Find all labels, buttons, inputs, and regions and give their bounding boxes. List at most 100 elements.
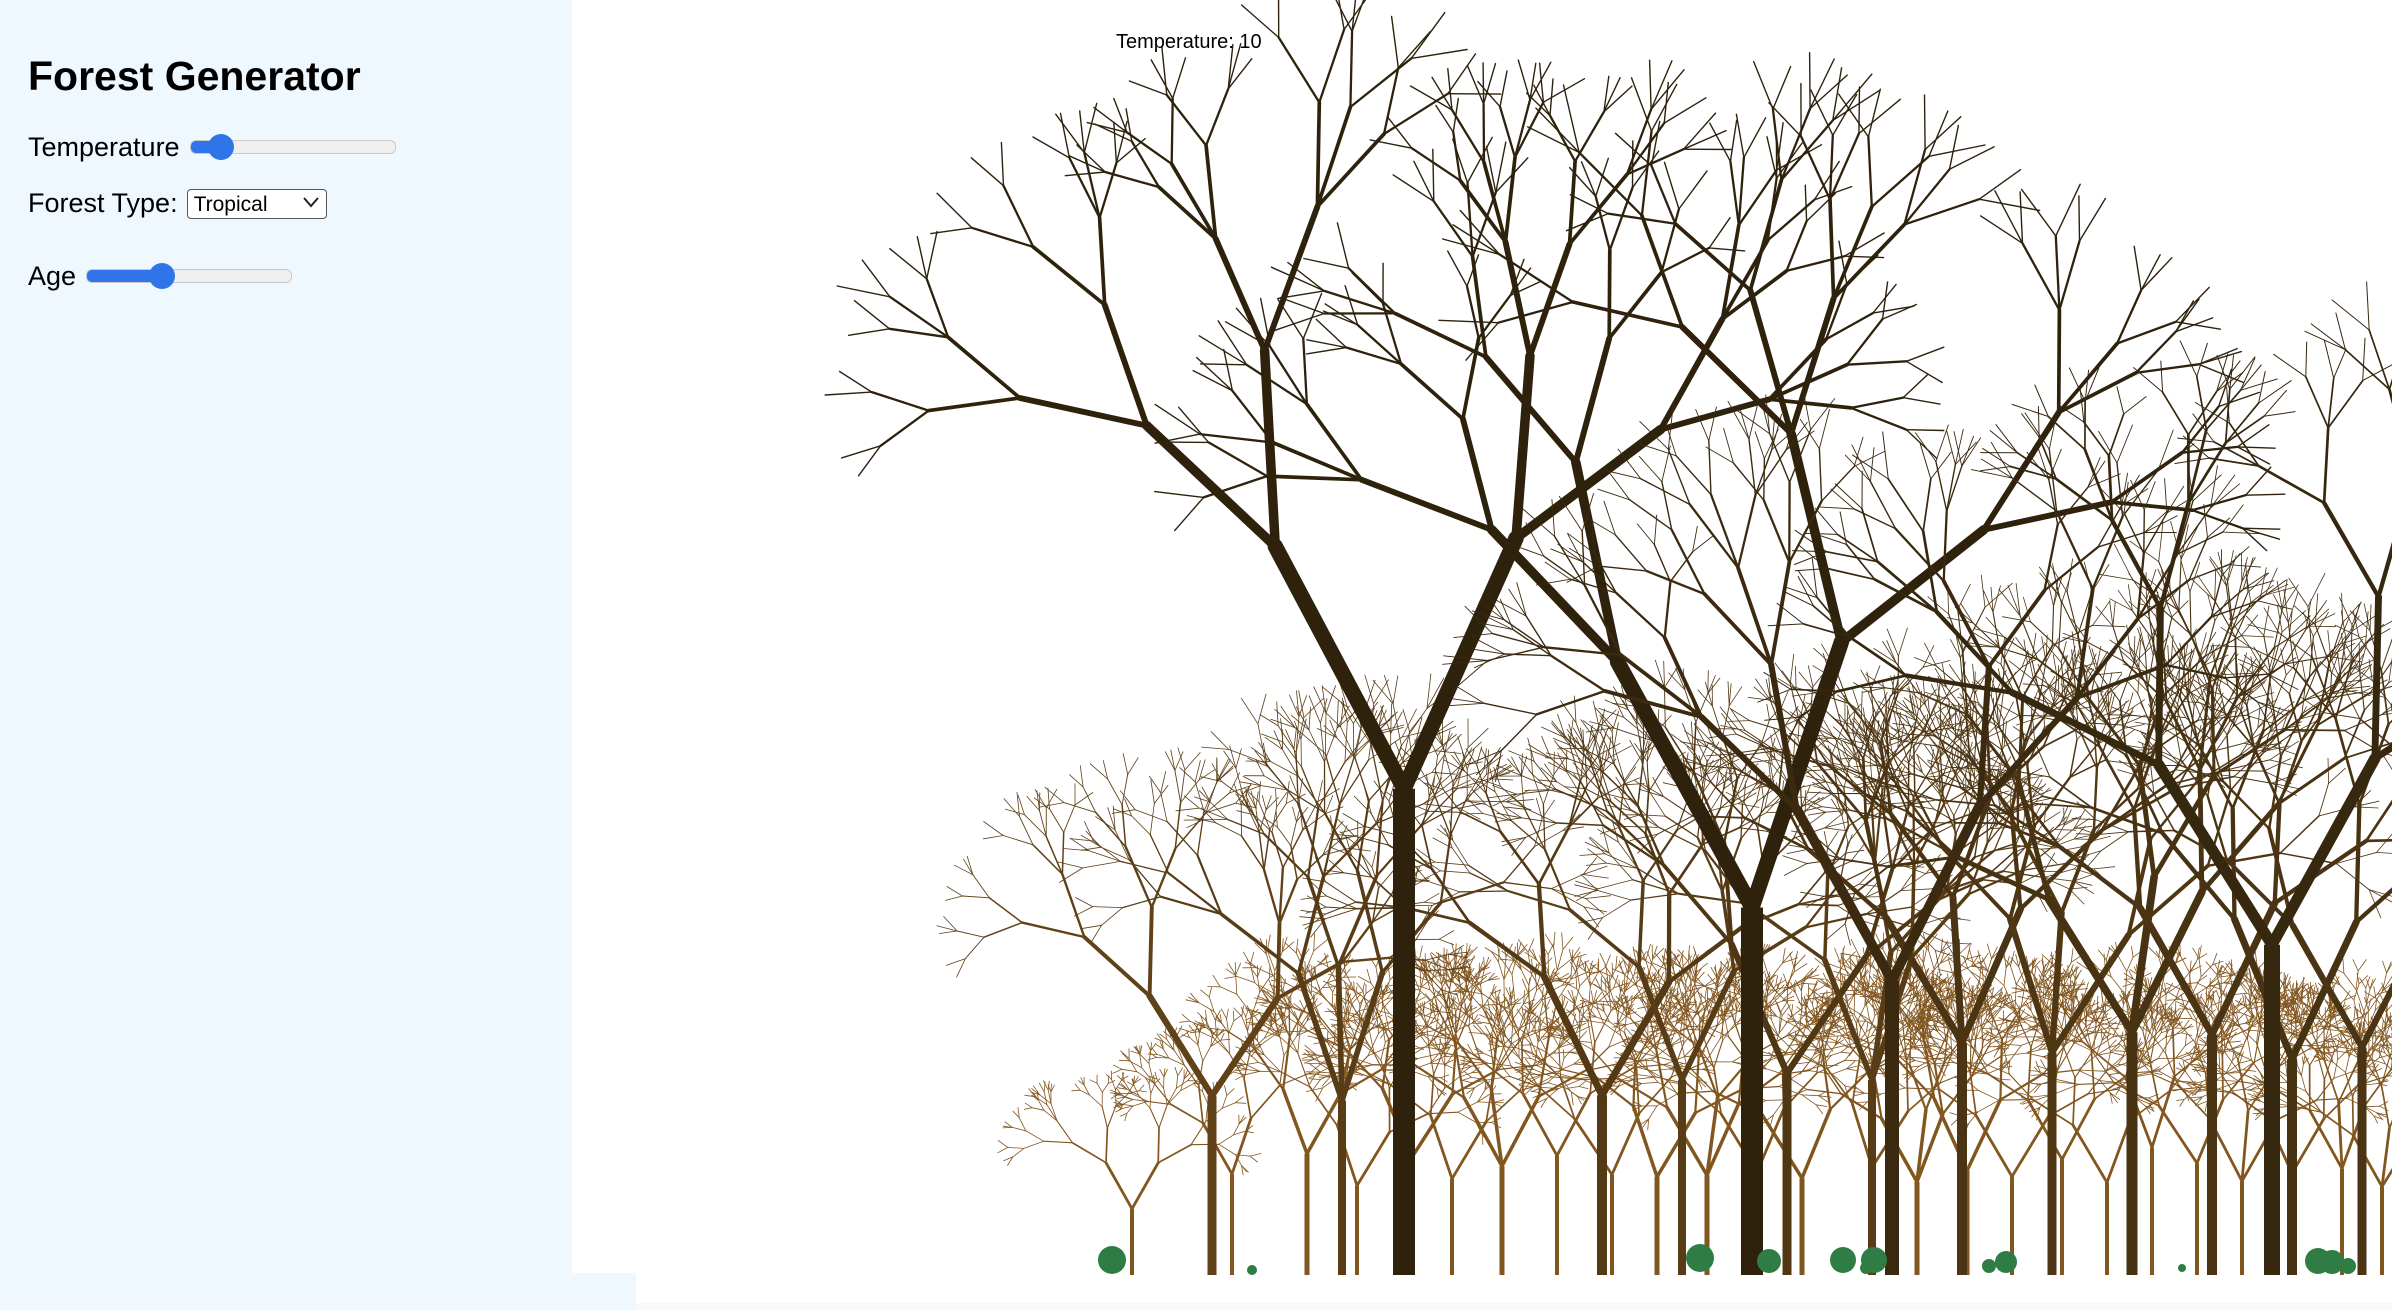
tree-branch bbox=[1031, 1107, 1045, 1111]
tree-branch bbox=[2165, 994, 2167, 1012]
tree-branch bbox=[2060, 1097, 2096, 1161]
tree-branch bbox=[2074, 982, 2086, 990]
tree-branch bbox=[1038, 1082, 1045, 1093]
tree-branch bbox=[2207, 1006, 2215, 1023]
tree-branch bbox=[2026, 1052, 2044, 1058]
tree-branch bbox=[1197, 1044, 1204, 1062]
tree-branch bbox=[1250, 951, 1255, 965]
tree-branch bbox=[1236, 993, 1253, 1016]
tree-branch bbox=[2097, 949, 2107, 961]
tree-branch bbox=[2070, 948, 2074, 963]
tree-branch bbox=[1928, 949, 1935, 970]
tree-branch bbox=[1233, 1071, 1245, 1076]
tree-branch bbox=[1220, 1032, 1225, 1041]
tree-branch bbox=[1269, 965, 1271, 979]
tree-branch bbox=[1556, 958, 1573, 971]
tree-branch bbox=[1133, 1078, 1141, 1084]
tree-branch bbox=[1220, 1008, 1227, 1020]
age-slider[interactable] bbox=[86, 269, 293, 283]
tree-branch bbox=[1179, 1028, 1190, 1032]
tree-branch bbox=[1477, 1089, 1486, 1103]
tree-branch bbox=[1281, 1087, 1309, 1156]
tree-branch bbox=[1962, 977, 1971, 991]
tree-branch bbox=[1553, 931, 1556, 948]
tree-branch bbox=[1917, 1017, 1933, 1019]
tree-branch bbox=[1257, 965, 1262, 978]
tree-branch bbox=[1696, 977, 1705, 987]
tree-branch bbox=[1043, 1140, 1074, 1144]
tree-branch bbox=[2185, 1039, 2195, 1046]
tree-branch bbox=[1534, 1014, 1548, 1026]
tree-branch bbox=[1845, 1046, 1856, 1048]
tree-branch bbox=[1529, 993, 1547, 1012]
tree-branch bbox=[1096, 1082, 1103, 1093]
tree-branch bbox=[2239, 1059, 2253, 1064]
tree-branch bbox=[1871, 962, 1878, 974]
tree-branch bbox=[1505, 1036, 1517, 1049]
tree-branch bbox=[1219, 986, 1238, 995]
tree-branch bbox=[1232, 1010, 1235, 1022]
tree-branch bbox=[2122, 983, 2132, 987]
tree-branch bbox=[1862, 987, 1870, 1021]
tree-branch bbox=[1250, 964, 1255, 983]
tree-branch bbox=[2180, 1025, 2196, 1043]
tree-branch bbox=[1162, 1041, 1175, 1051]
tree-branch bbox=[1974, 1114, 2014, 1178]
tree-branch bbox=[2072, 984, 2086, 986]
tree-branch bbox=[2147, 1030, 2154, 1051]
tree-branch bbox=[1297, 1025, 1301, 1054]
tree-branch bbox=[1520, 969, 1530, 986]
tree-branch bbox=[1631, 994, 1633, 1004]
tree-branch bbox=[1518, 1031, 1520, 1058]
tree-branch bbox=[1201, 1121, 1234, 1176]
tree-branch bbox=[2198, 958, 2202, 977]
temperature-slider[interactable] bbox=[189, 140, 396, 154]
tree-branch bbox=[1158, 1104, 1168, 1129]
tree-branch bbox=[2077, 1054, 2097, 1071]
tree-branch bbox=[1567, 990, 1576, 1005]
tree-branch bbox=[1613, 1022, 1627, 1026]
tree-branch bbox=[1263, 1054, 1282, 1073]
tree-branch bbox=[1101, 1105, 1108, 1129]
forest-type-select[interactable]: Tropical bbox=[186, 189, 327, 220]
forest-canvas[interactable] bbox=[572, 0, 2392, 1275]
tree-branch bbox=[1972, 961, 1986, 978]
tree-branch bbox=[1104, 1161, 1134, 1211]
tree-branch bbox=[1181, 1013, 1191, 1022]
tree-branch bbox=[1599, 952, 1607, 967]
tree-branch bbox=[1117, 1096, 1125, 1099]
tree-branch bbox=[1509, 1075, 1540, 1088]
tree-branch bbox=[1234, 1096, 1244, 1104]
tree-branch bbox=[1615, 955, 1618, 970]
tree-branch bbox=[1641, 1081, 1659, 1084]
tree-branch bbox=[1380, 1042, 1386, 1061]
tree-branch bbox=[1575, 971, 1578, 990]
tree-branch bbox=[1159, 1069, 1165, 1078]
tree-branch bbox=[2336, 1047, 2338, 1061]
tree-branch bbox=[1074, 1083, 1081, 1091]
tree-branch bbox=[1801, 1094, 1819, 1097]
tree-branch bbox=[1218, 1134, 1234, 1145]
tree-branch bbox=[1916, 953, 1924, 963]
tree-branch bbox=[1121, 1068, 1138, 1073]
tree-branch bbox=[2159, 1004, 2162, 1016]
tree-branch bbox=[2185, 1033, 2187, 1046]
tree-branch bbox=[1802, 982, 1818, 985]
tree-branch bbox=[1967, 968, 1980, 983]
tree-branch bbox=[1794, 992, 1803, 1008]
tree-branch bbox=[1113, 1064, 1123, 1070]
tree-branch bbox=[1101, 1083, 1109, 1093]
tree-branch bbox=[2200, 964, 2213, 977]
tree-branch bbox=[1138, 1084, 1145, 1092]
tree-branch bbox=[1563, 1049, 1565, 1059]
tree-branch bbox=[1605, 954, 1611, 967]
age-label: Age bbox=[28, 260, 77, 291]
tree-branch bbox=[1007, 1147, 1025, 1149]
tree-branch bbox=[1969, 1071, 1978, 1117]
tree-branch bbox=[1770, 1006, 1772, 1020]
tree-branch bbox=[1024, 1102, 1033, 1109]
tree-branch bbox=[2049, 968, 2052, 980]
tree-branch bbox=[1362, 982, 1365, 992]
tree-branch bbox=[1846, 1068, 1858, 1072]
tree-branch bbox=[1249, 1153, 1262, 1157]
